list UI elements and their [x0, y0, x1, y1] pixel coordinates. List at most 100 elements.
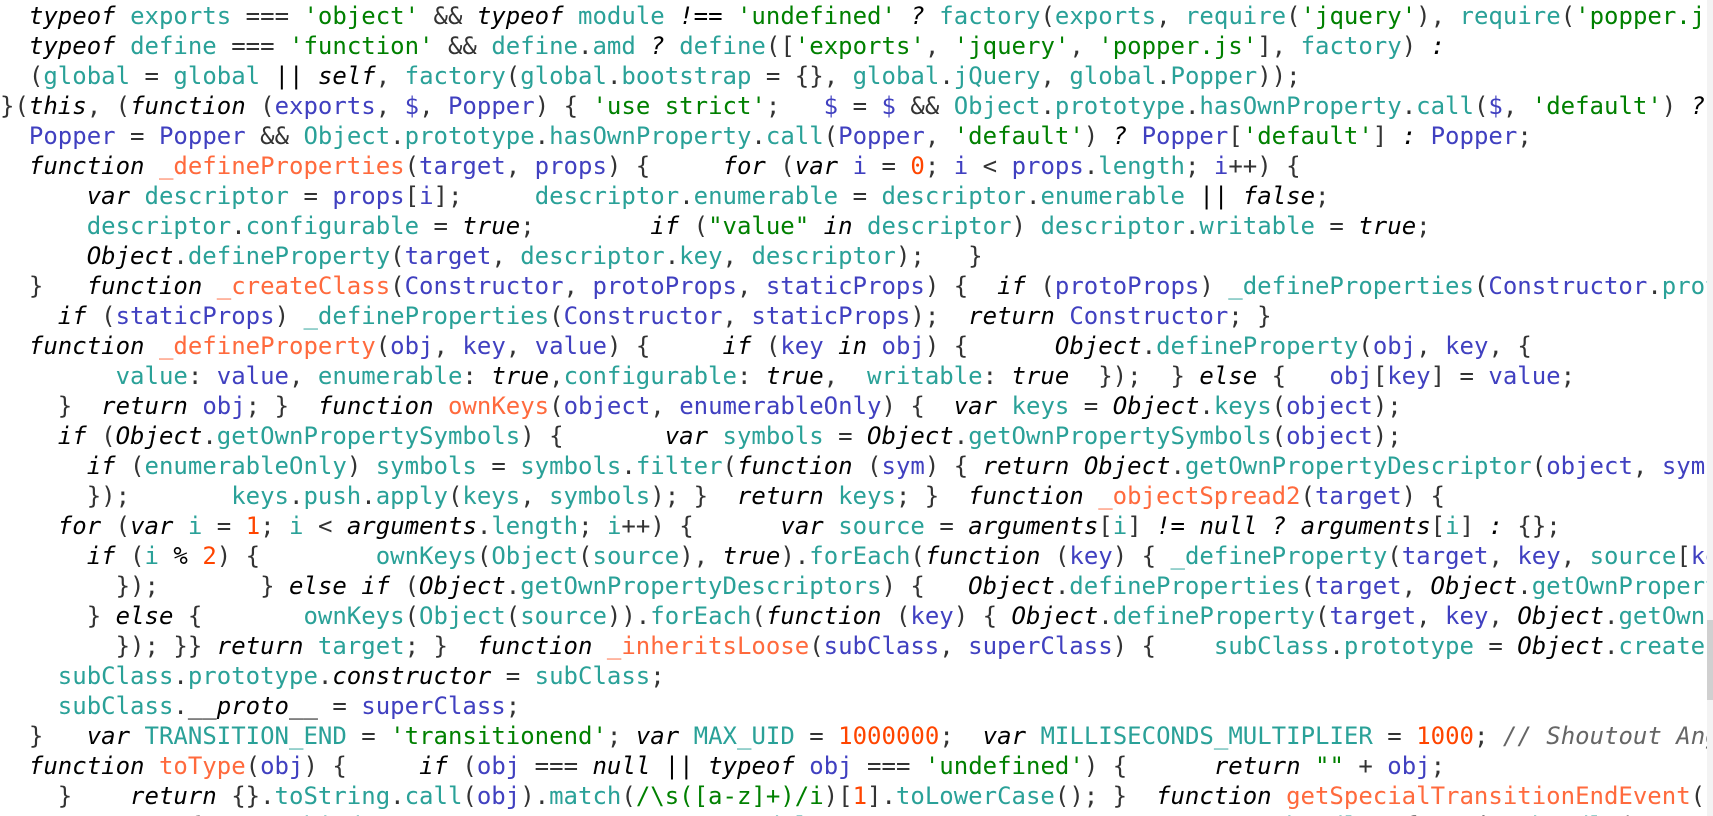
code-token: ,	[289, 362, 318, 390]
code-token: ;	[939, 722, 983, 750]
code-line[interactable]: value: value, enumerable: true,configura…	[0, 361, 1713, 391]
code-line[interactable]: (global = global || self, factory(global…	[0, 61, 1713, 91]
code-token: ;	[1184, 152, 1214, 180]
code-token: var	[664, 422, 709, 450]
vertical-scrollbar[interactable]	[1707, 0, 1713, 816]
code-token: .	[505, 572, 521, 600]
code-token: :	[187, 362, 217, 390]
code-line[interactable]: Object.defineProperty(target, descriptor…	[0, 241, 1713, 271]
code-token: 'undefined'	[924, 752, 1084, 780]
code-token: MILLISECONDS_MULTIPLIER	[1040, 722, 1373, 750]
code-line[interactable]: }); }} return target; } function _inheri…	[0, 631, 1713, 661]
code-token: enumerableOnly	[679, 392, 882, 420]
code-line[interactable]: } function _createClass(Constructor, pro…	[0, 271, 1713, 301]
code-token: if	[86, 542, 116, 570]
code-line[interactable]: if (enumerableOnly) symbols = symbols.fi…	[0, 451, 1713, 481]
code-line[interactable]: }(this, (function (exports, $, Popper) {…	[0, 91, 1713, 121]
code-line[interactable]: function _defineProperties(target, props…	[0, 151, 1713, 181]
code-token: =	[202, 512, 246, 540]
code-token: .	[390, 782, 405, 810]
code-token: (	[722, 452, 737, 480]
code-line[interactable]: if (i % 2) { ownKeys(Object(source), tru…	[0, 541, 1713, 571]
code-token: function	[765, 602, 882, 630]
code-line[interactable]: }); } else if (Object.getOwnPropertyDesc…	[0, 571, 1713, 601]
code-line[interactable]: } else { ownKeys(Object(source)).forEach…	[0, 601, 1713, 631]
code-token: writable	[1199, 212, 1315, 240]
code-line[interactable]: subClass.prototype.constructor = subClas…	[0, 661, 1713, 691]
code-token: var	[953, 392, 998, 420]
code-token: jQuery	[953, 62, 1041, 90]
code-area[interactable]: typeof exports === 'object' && typeof mo…	[0, 0, 1713, 816]
scrollbar-thumb[interactable]	[1707, 620, 1713, 700]
code-token: enumerable	[317, 362, 463, 390]
code-token: ,	[1632, 452, 1662, 480]
code-token: function	[968, 482, 1084, 510]
code-line[interactable]: } return {}.toString.call(obj).match(/\s…	[0, 781, 1713, 811]
code-token: (	[101, 512, 131, 540]
code-line[interactable]: typeof define === 'function' && define.a…	[0, 31, 1713, 61]
code-token: }); }}	[0, 632, 217, 660]
code-line[interactable]: if (Object.getOwnPropertySymbols) { var …	[0, 421, 1713, 451]
code-token: return	[130, 782, 217, 810]
code-line[interactable]: return { bindType: TRANSITION_END, deleg…	[0, 811, 1713, 816]
code-token: [	[1228, 122, 1243, 150]
code-token: length	[1098, 152, 1185, 180]
code-token: delegateType	[766, 812, 939, 816]
code-editor[interactable]: typeof exports === 'object' && typeof mo…	[0, 0, 1713, 816]
code-token: Object	[968, 572, 1055, 600]
code-line[interactable]: if (staticProps) _defineProperties(Const…	[0, 301, 1713, 331]
code-token: if	[57, 302, 87, 330]
code-token: if	[650, 212, 680, 240]
code-line[interactable]: function toType(obj) { if (obj === null …	[0, 751, 1713, 781]
code-token: , (	[86, 92, 131, 120]
code-token: superClass	[968, 632, 1113, 660]
code-token: ;	[606, 722, 636, 750]
code-token: Popper	[1141, 122, 1229, 150]
code-token: .	[1603, 632, 1619, 660]
code-line[interactable]: } return obj; } function ownKeys(object,…	[0, 391, 1713, 421]
code-token: props	[534, 152, 607, 180]
code-token: return	[101, 392, 188, 420]
code-token: =	[823, 422, 868, 450]
code-token: = {},	[751, 62, 853, 90]
code-token: if	[722, 332, 752, 360]
code-token: function	[130, 92, 246, 120]
code-line[interactable]: typeof exports === 'object' && typeof mo…	[0, 1, 1713, 31]
code-line[interactable]: var descriptor = props[i]; descriptor.en…	[0, 181, 1713, 211]
code-token: ;	[1430, 752, 1446, 780]
code-token: .	[1647, 272, 1662, 300]
code-token: subClass	[57, 662, 174, 690]
code-token: key	[780, 332, 824, 360]
code-line[interactable]: }); keys.push.apply(keys, symbols); } re…	[0, 481, 1713, 511]
code-token: descriptor	[867, 212, 1012, 240]
code-line[interactable]: Popper = Popper && Object.prototype.hasO…	[0, 121, 1713, 151]
code-token: Popper	[447, 92, 535, 120]
code-token: getOwnPropertySymbols	[968, 422, 1272, 450]
code-line[interactable]: for (var i = 1; i < arguments.length; i+…	[0, 511, 1713, 541]
code-token: ,	[722, 242, 752, 270]
code-token: .	[1098, 602, 1113, 630]
code-token: ,	[1156, 2, 1185, 30]
code-line[interactable]: subClass.__proto__ = superClass;	[0, 691, 1713, 721]
code-line[interactable]: function _defineProperty(obj, key, value…	[0, 331, 1713, 361]
code-token: subClass	[1213, 632, 1330, 660]
code-token: =	[476, 452, 521, 480]
code-token: .	[1329, 632, 1344, 660]
code-token: ) {	[1401, 482, 1446, 510]
code-token: var	[86, 722, 131, 750]
code-line[interactable]: descriptor.configurable = true; if ("val…	[0, 211, 1713, 241]
code-token: descriptor	[534, 182, 680, 210]
code-line[interactable]: } var TRANSITION_END = 'transitionend'; …	[0, 721, 1713, 751]
